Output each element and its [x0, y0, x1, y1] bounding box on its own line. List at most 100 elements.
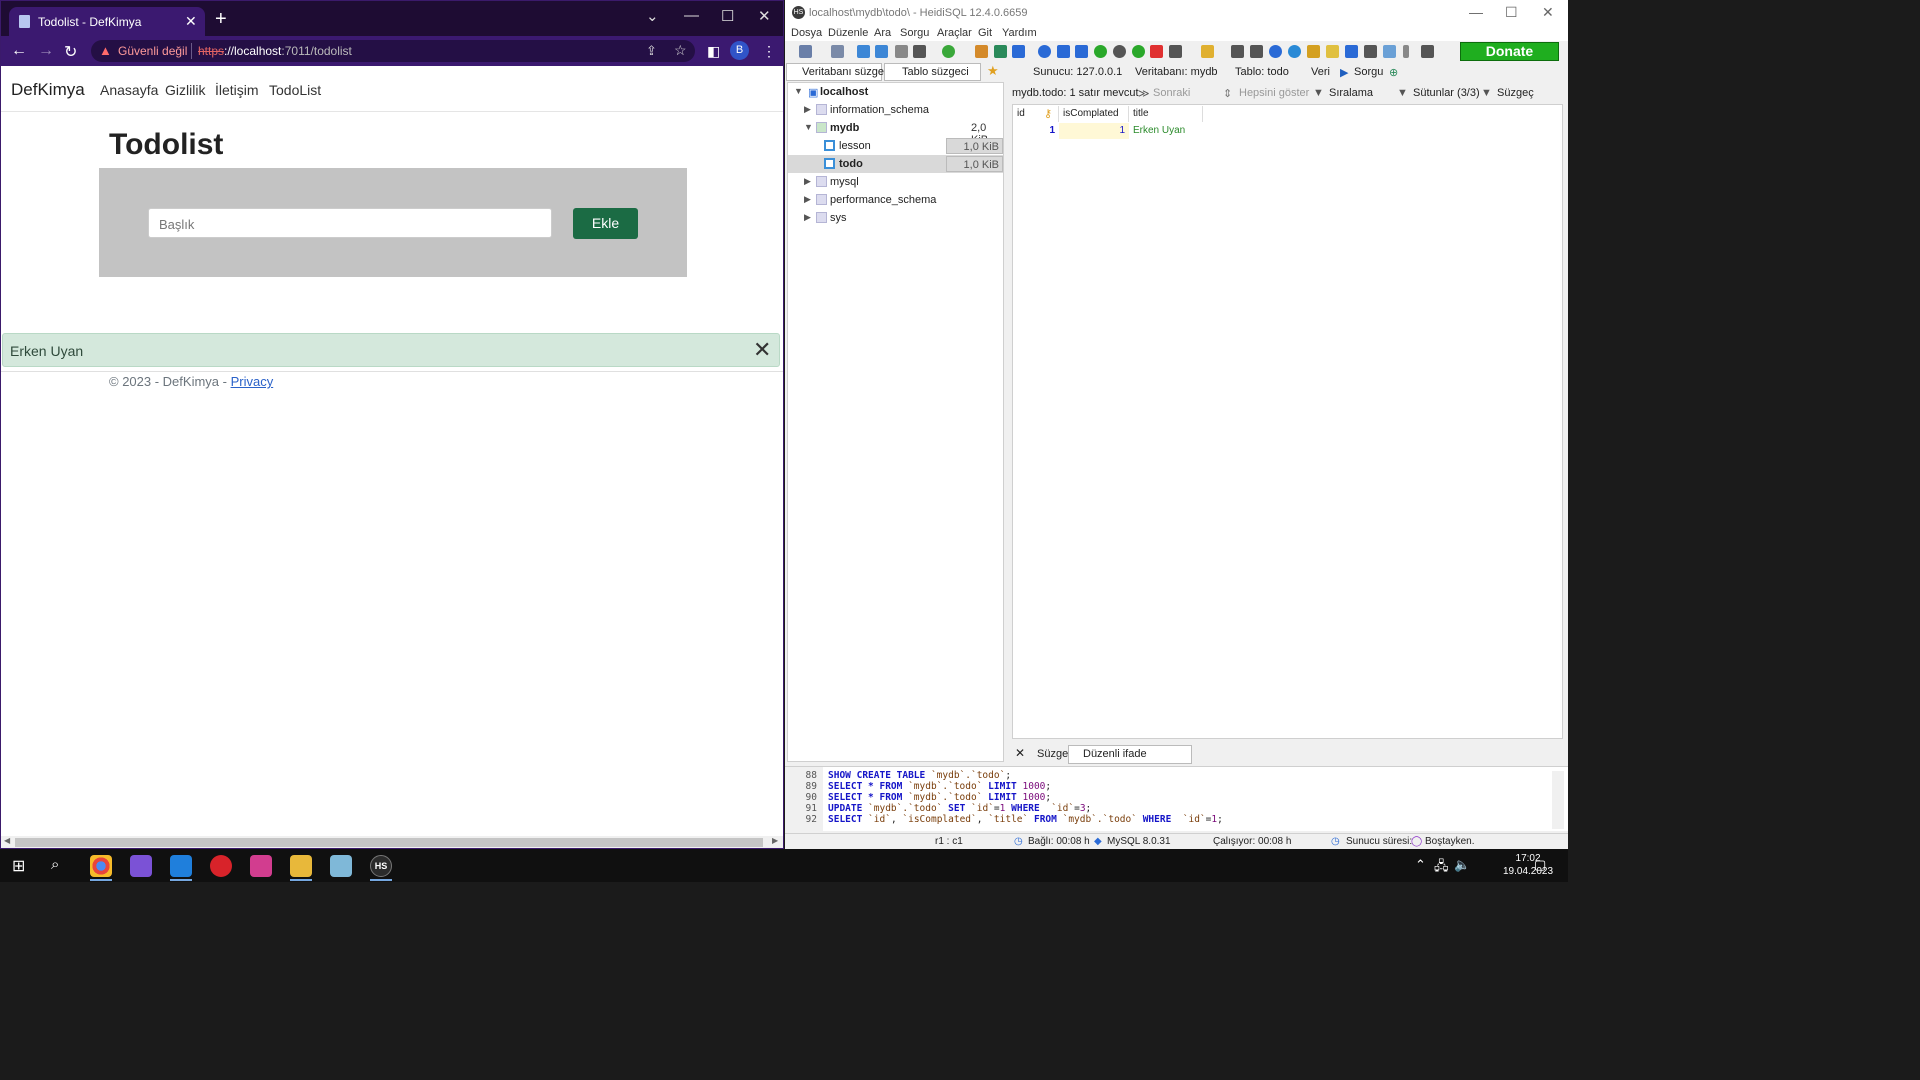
chevron-right-icon[interactable]: ▶	[804, 194, 811, 205]
scrollbar-thumb[interactable]	[15, 838, 763, 847]
first-icon[interactable]	[1057, 45, 1070, 58]
tab-database[interactable]: Veritabanı: mydb	[1135, 66, 1218, 78]
column-header-iscomplated[interactable]: isComplated	[1059, 106, 1129, 122]
insert-row-icon[interactable]	[1094, 45, 1107, 58]
network-icon[interactable]: 🖧	[1434, 857, 1449, 879]
back-icon[interactable]: ←	[11, 42, 27, 60]
cell-title[interactable]: Erken Uyan	[1129, 123, 1203, 139]
visual-studio-icon[interactable]	[130, 855, 152, 877]
cell-id[interactable]: 1	[1013, 123, 1059, 139]
open-folder-icon[interactable]	[1201, 45, 1214, 58]
format-icon[interactable]	[1307, 45, 1320, 58]
close-window-icon[interactable]: ✕	[758, 7, 771, 25]
close-filter-icon[interactable]: ✕	[1015, 746, 1025, 760]
next-button[interactable]: Sonraki	[1153, 87, 1190, 99]
tree-item-sys[interactable]: ▶ sys	[788, 209, 1003, 227]
menu-icon[interactable]: ⋮	[762, 43, 776, 60]
avatar[interactable]: B	[730, 41, 749, 60]
menu-sorgu[interactable]: Sorgu	[900, 27, 929, 39]
nav-anasayfa[interactable]: Anasayfa	[100, 82, 158, 98]
cell-iscomplated[interactable]: 1	[1059, 123, 1129, 139]
star-icon[interactable]: ☆	[674, 42, 687, 59]
minimize-icon[interactable]: —	[1469, 4, 1483, 20]
chevron-right-icon[interactable]: ▶	[804, 104, 811, 115]
swap-icon[interactable]	[1012, 45, 1025, 58]
close-tab-icon[interactable]: ✕	[185, 13, 197, 30]
search-icon[interactable]: ⌕	[51, 856, 59, 873]
tab-table[interactable]: Tablo: todo	[1235, 66, 1289, 78]
nav-gizlilik[interactable]: Gizlilik	[165, 82, 205, 98]
chevron-up-icon[interactable]: ⌃	[1415, 857, 1426, 873]
tree-item-mydb[interactable]: ▼ mydb 2,0 KiB	[788, 119, 1003, 146]
tree-item-localhost[interactable]: ▼ ▣ localhost	[788, 83, 1003, 101]
export-icon[interactable]	[994, 45, 1007, 58]
menu-dosya[interactable]: Dosya	[791, 27, 822, 39]
heidisql-taskbar-icon[interactable]: HS	[370, 855, 392, 877]
wrap-icon[interactable]	[1364, 45, 1377, 58]
browser-tab[interactable]: Todolist - DefKimya ✕	[9, 7, 205, 36]
nav-iletisim[interactable]: İletişim	[215, 82, 259, 98]
windows-start-icon[interactable]: ⊞	[12, 856, 25, 876]
disconnect-icon[interactable]	[831, 45, 844, 58]
save-as-icon[interactable]	[1250, 45, 1263, 58]
url-text[interactable]: https://localhost:7011/todolist	[198, 44, 352, 58]
search-icon[interactable]	[1269, 45, 1282, 58]
share-icon[interactable]: ⇪	[646, 43, 657, 59]
cancel-icon[interactable]	[1150, 45, 1163, 58]
paste-icon[interactable]	[875, 45, 888, 58]
last-icon[interactable]	[1075, 45, 1088, 58]
nav-todolist[interactable]: TodoList	[269, 82, 321, 98]
maximize-icon[interactable]: ☐	[721, 7, 734, 25]
maximize-icon[interactable]: ☐	[1505, 4, 1518, 21]
copy-icon[interactable]	[857, 45, 870, 58]
tree-item-mysql[interactable]: ▶ mysql	[788, 173, 1003, 191]
menu-yardim[interactable]: Yardım	[1002, 27, 1037, 39]
close-icon[interactable]: ✕	[753, 337, 771, 363]
close-window-icon[interactable]: ✕	[1542, 4, 1554, 21]
side-panel-icon[interactable]: ◧	[707, 43, 720, 60]
columns-button[interactable]: Sütunlar (3/3)	[1413, 87, 1480, 99]
link-icon[interactable]	[1383, 45, 1396, 58]
title-input[interactable]: Başlık	[148, 208, 552, 238]
forward-icon[interactable]: →	[38, 42, 54, 60]
privacy-link[interactable]: Privacy	[231, 374, 274, 389]
reload-icon[interactable]: ↻	[64, 42, 77, 62]
scroll-left-icon[interactable]: ◀	[4, 836, 10, 845]
tree-item-lesson[interactable]: lesson 1,0 KiB	[788, 137, 1003, 155]
tree-item-information-schema[interactable]: ▶ information_schema	[788, 101, 1003, 119]
warning-icon[interactable]	[1326, 45, 1339, 58]
star-icon[interactable]: ★	[987, 63, 999, 79]
column-header-id[interactable]: id	[1013, 106, 1059, 122]
sql-log[interactable]: 88 89 90 91 92 SHOW CREATE TABLE `mydb`.…	[785, 766, 1568, 832]
menu-ara[interactable]: Ara	[874, 27, 891, 39]
vertical-scrollbar[interactable]	[1552, 771, 1564, 829]
address-bar[interactable]: ▲ Güvenli değil https://localhost:7011/t…	[91, 40, 695, 62]
binary-icon[interactable]	[1345, 45, 1358, 58]
tree-item-performance-schema[interactable]: ▶ performance_schema	[788, 191, 1003, 209]
chevron-right-icon[interactable]: ▶	[804, 176, 811, 187]
chevron-right-icon[interactable]: ▶	[804, 212, 811, 223]
delete-row-icon[interactable]	[1113, 45, 1126, 58]
donate-button[interactable]: Donate	[1460, 42, 1559, 61]
help-icon[interactable]	[1038, 45, 1051, 58]
undo-icon[interactable]	[895, 45, 908, 58]
notepad-icon[interactable]	[330, 855, 352, 877]
column-header-title[interactable]: title	[1129, 106, 1203, 122]
tab-search-icon[interactable]: ⌄	[646, 7, 659, 25]
show-all-button[interactable]: Hepsini göster	[1239, 87, 1309, 99]
menu-git[interactable]: Git	[978, 27, 992, 39]
post-icon[interactable]	[1132, 45, 1145, 58]
tree-item-todo[interactable]: todo 1,0 KiB	[788, 155, 1003, 173]
session-icon[interactable]	[799, 45, 812, 58]
save-icon[interactable]	[1231, 45, 1244, 58]
filter-button[interactable]: Süzgeç	[1497, 87, 1534, 99]
run-icon[interactable]	[1169, 45, 1182, 58]
add-button[interactable]: Ekle	[573, 208, 638, 239]
print-icon[interactable]	[913, 45, 926, 58]
wamp-icon[interactable]	[250, 855, 272, 877]
opera-icon[interactable]	[210, 855, 232, 877]
notifications-icon[interactable]: ▢	[1534, 857, 1546, 873]
chevron-down-icon[interactable]: ▼	[794, 86, 803, 96]
tab-query[interactable]: Sorgu	[1354, 66, 1383, 78]
volume-icon[interactable]: 🔈	[1454, 857, 1470, 873]
